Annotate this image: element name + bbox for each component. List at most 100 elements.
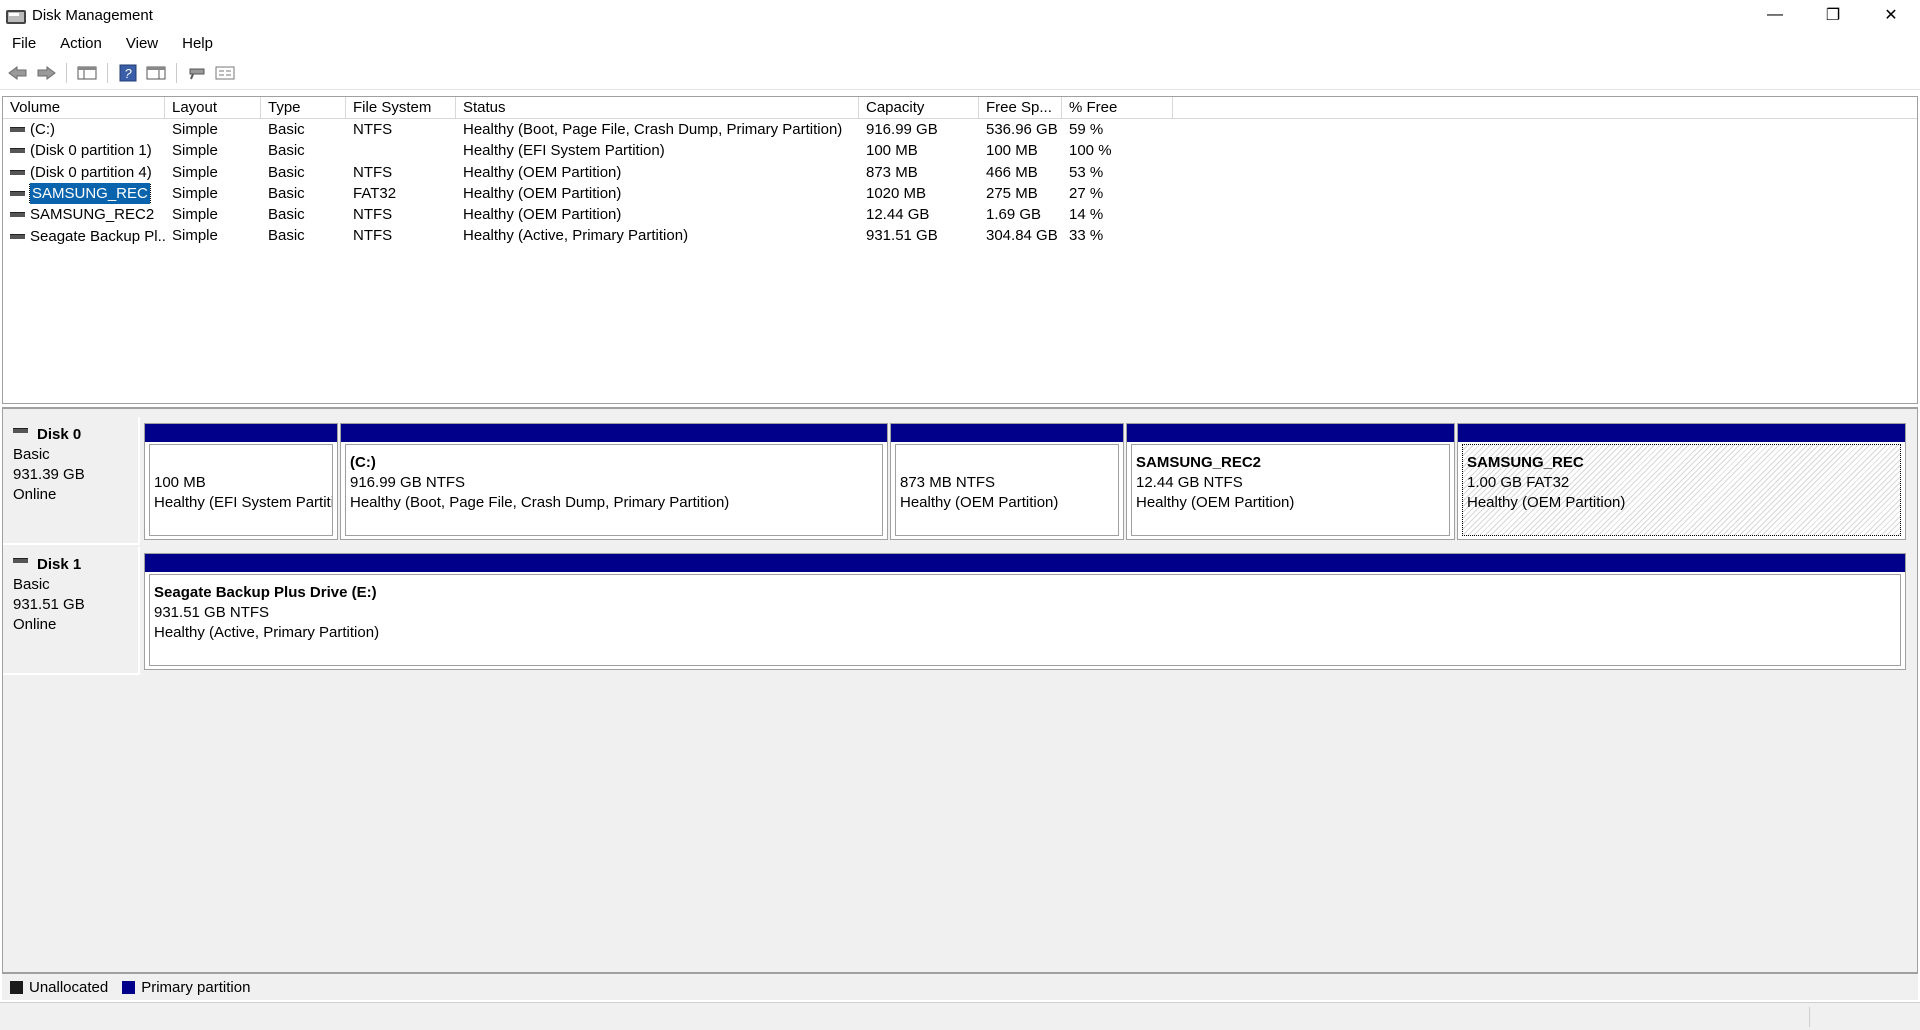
volume-icon <box>10 148 25 154</box>
primary-partition-bar <box>145 554 1905 572</box>
disk-info[interactable]: Disk 1 Basic 931.51 GB Online <box>3 547 140 675</box>
disk-row: Disk 1 Basic 931.51 GB Online Seagate Ba… <box>3 547 1919 675</box>
volume-row[interactable]: (C:) Simple Basic NTFS Healthy (Boot, Page F… <box>3 119 1917 140</box>
free-space-cell: 536.96 GB <box>986 121 1058 138</box>
disk-icon <box>13 427 28 433</box>
layout-cell: Simple <box>172 184 218 202</box>
restore-button[interactable]: ❐ <box>1804 0 1862 30</box>
help-icon[interactable]: ? <box>114 61 142 85</box>
back-arrow-icon[interactable] <box>4 61 32 85</box>
file-system-cell: FAT32 <box>353 184 397 202</box>
title-bar: Disk Management — ❐ ✕ <box>0 0 1920 30</box>
capacity-cell: 12.44 GB <box>866 206 930 224</box>
status-bar <box>0 1002 1920 1030</box>
column-header-percent-free[interactable]: % Free <box>1062 97 1173 118</box>
volume-row[interactable]: (Disk 0 partition 1) Simple Basic Healthy (… <box>3 140 1917 161</box>
percent-free-cell: 33 % <box>1069 227 1104 245</box>
column-header-type[interactable]: Type <box>261 97 346 118</box>
disk-type: Basic <box>13 576 50 593</box>
partition-name: SAMSUNG_REC2 <box>1136 454 1262 471</box>
disk-state: Online <box>13 616 57 633</box>
percent-free-cell: 14 % <box>1069 206 1104 224</box>
primary-partition-bar <box>1127 424 1454 442</box>
primary-partition-bar <box>145 424 337 442</box>
partition-size: 12.44 GB NTFS <box>1136 474 1243 491</box>
partition-details: 100 MB Healthy (EFI System Partition) <box>149 444 333 536</box>
forward-arrow-icon[interactable] <box>32 61 60 85</box>
partition-details: SAMSUNG_REC2 12.44 GB NTFS Healthy (OEM … <box>1131 444 1450 536</box>
column-header-free-space[interactable]: Free Sp... <box>979 97 1062 118</box>
primary-partition-bar <box>891 424 1123 442</box>
partition-block[interactable]: 100 MB Healthy (EFI System Partition) <box>144 423 338 540</box>
volume-name: SAMSUNG_REC <box>29 182 151 205</box>
column-header-capacity[interactable]: Capacity <box>859 97 979 118</box>
menu-bar: File Action View Help <box>0 30 1920 57</box>
volume-cell: SAMSUNG_REC2 <box>3 204 165 225</box>
unallocated-swatch <box>10 980 23 994</box>
partition-details: (C:) 916.99 GB NTFS Healthy (Boot, Page … <box>345 444 883 536</box>
volume-name: Seagate Backup Pl... <box>30 227 165 245</box>
free-space-cell: 100 MB <box>986 142 1038 160</box>
console-tree-icon[interactable] <box>73 61 101 85</box>
layout-cell: Simple <box>172 227 218 245</box>
partition-size: 931.51 GB NTFS <box>154 604 270 621</box>
volume-name: (Disk 0 partition 1) <box>30 142 152 160</box>
disk-name: Disk 0 <box>13 425 138 445</box>
partition-details: Seagate Backup Plus Drive (E:) 931.51 GB… <box>149 574 1901 666</box>
volume-icon <box>10 191 25 197</box>
partition-block[interactable]: Seagate Backup Plus Drive (E:) 931.51 GB… <box>144 553 1906 670</box>
minimize-button[interactable]: — <box>1746 0 1804 30</box>
volume-row[interactable]: SAMSUNG_REC Simple Basic FAT32 Healthy (OEM … <box>3 182 1917 205</box>
column-header-volume[interactable]: Volume <box>3 97 165 118</box>
disk-icon <box>13 557 28 563</box>
volume-name: (C:) <box>30 121 55 139</box>
column-header-status[interactable]: Status <box>456 97 859 118</box>
partition-block[interactable]: (C:) 916.99 GB NTFS Healthy (Boot, Page … <box>340 423 888 540</box>
partition-size: 916.99 GB NTFS <box>350 474 466 491</box>
column-header-layout[interactable]: Layout <box>165 97 261 118</box>
file-system-cell <box>346 140 456 161</box>
partition-status: Healthy (OEM Partition) <box>900 494 1059 511</box>
column-header-file-system[interactable]: File System <box>346 97 456 118</box>
partition-status: Healthy (Active, Primary Partition) <box>154 624 380 641</box>
menu-file[interactable]: File <box>0 35 48 52</box>
volume-row[interactable]: Seagate Backup Pl... Simple Basic NTFS Healt… <box>3 225 1917 246</box>
layout-cell: Simple <box>172 142 218 160</box>
action-pane-icon[interactable] <box>142 61 170 85</box>
volume-row[interactable]: (Disk 0 partition 4) Simple Basic NTFS Healt… <box>3 162 1917 183</box>
partition-block[interactable]: 873 MB NTFS Healthy (OEM Partition) <box>890 423 1124 540</box>
properties-icon[interactable] <box>211 61 239 85</box>
partition-name: Seagate Backup Plus Drive (E:) <box>154 584 377 601</box>
partition-block[interactable]: SAMSUNG_REC2 12.44 GB NTFS Healthy (OEM … <box>1126 423 1455 540</box>
status-cell: Healthy (OEM Partition) <box>463 206 622 224</box>
type-cell: Basic <box>268 184 305 202</box>
volume-list-header: Volume Layout Type File System Status Ca… <box>3 97 1917 119</box>
volume-row[interactable]: SAMSUNG_REC2 Simple Basic NTFS Healthy (OEM … <box>3 204 1917 225</box>
connect-icon[interactable] <box>183 61 211 85</box>
volume-list-body: (C:) Simple Basic NTFS Healthy (Boot, Page F… <box>3 119 1917 247</box>
partition-name: SAMSUNG_REC <box>1467 454 1584 471</box>
file-system-cell: NTFS <box>353 227 393 245</box>
toolbar-separator <box>66 63 67 83</box>
window-controls: — ❐ ✕ <box>1746 0 1920 30</box>
status-bar-divider <box>1809 1007 1810 1027</box>
partition-size: 100 MB <box>154 474 206 491</box>
menu-view[interactable]: View <box>114 35 170 52</box>
file-system-cell: NTFS <box>353 121 393 138</box>
menu-action[interactable]: Action <box>48 35 114 52</box>
volume-icon <box>10 212 25 218</box>
status-cell: Healthy (OEM Partition) <box>463 163 622 181</box>
primary-partition-bar <box>1458 424 1905 442</box>
legend: Unallocated Primary partition <box>2 973 1918 1000</box>
menu-help[interactable]: Help <box>170 35 225 52</box>
partition-block[interactable]: SAMSUNG_REC 1.00 GB FAT32 Healthy (OEM P… <box>1457 423 1906 540</box>
type-cell: Basic <box>268 121 305 138</box>
layout-cell: Simple <box>172 121 218 138</box>
volume-name: (Disk 0 partition 4) <box>30 163 152 181</box>
disk-info[interactable]: Disk 0 Basic 931.39 GB Online <box>3 417 140 545</box>
partition-details: 873 MB NTFS Healthy (OEM Partition) <box>895 444 1119 536</box>
capacity-cell: 873 MB <box>866 163 918 181</box>
close-button[interactable]: ✕ <box>1862 0 1920 30</box>
partition-status: Healthy (OEM Partition) <box>1467 494 1626 511</box>
capacity-cell: 100 MB <box>866 142 918 160</box>
